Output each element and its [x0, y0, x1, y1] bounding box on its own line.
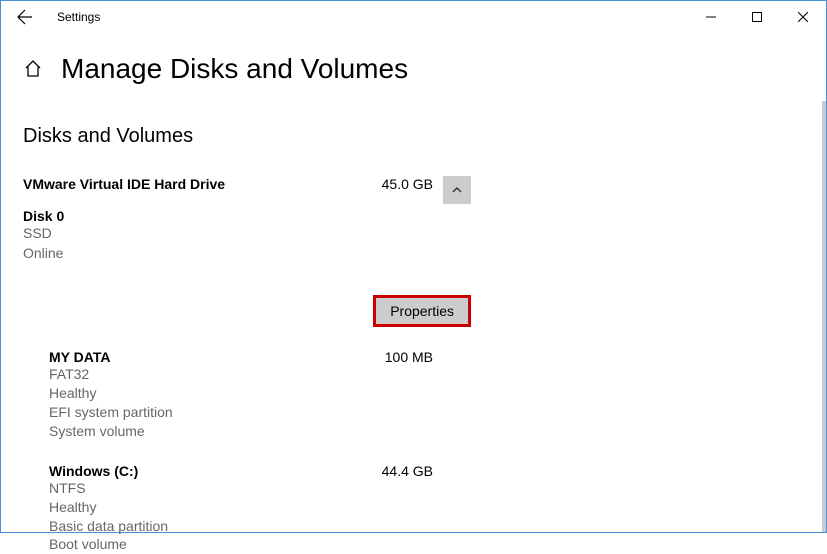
home-icon[interactable]: [23, 59, 43, 79]
chevron-up-icon: [451, 184, 463, 196]
volume-role: Boot volume: [49, 535, 471, 554]
section-title: Disks and Volumes: [23, 125, 804, 148]
volume-health: Healthy: [49, 498, 471, 517]
maximize-icon: [752, 12, 762, 22]
volume-size: 100 MB: [363, 349, 433, 365]
back-button[interactable]: [9, 1, 41, 33]
disk-name: VMware Virtual IDE Hard Drive: [23, 176, 377, 192]
arrow-left-icon: [17, 9, 33, 25]
disk-header: VMware Virtual IDE Hard Drive 45.0 GB: [23, 176, 471, 204]
disk-panel: VMware Virtual IDE Hard Drive 45.0 GB Di…: [23, 176, 471, 554]
page-title: Manage Disks and Volumes: [61, 53, 408, 85]
disk-type: SSD: [23, 224, 471, 244]
disk-size: 45.0 GB: [377, 176, 433, 192]
volume-health: Healthy: [49, 384, 471, 403]
volume-role: System volume: [49, 422, 471, 441]
volume-filesystem: NTFS: [49, 479, 471, 498]
disk-id: Disk 0: [23, 208, 471, 224]
volume-item[interactable]: Windows (C:) 44.4 GB NTFS Healthy Basic …: [23, 463, 471, 554]
minimize-button[interactable]: [688, 1, 734, 33]
close-button[interactable]: [780, 1, 826, 33]
volume-item[interactable]: MY DATA 100 MB FAT32 Healthy EFI system …: [23, 349, 471, 441]
maximize-button[interactable]: [734, 1, 780, 33]
volume-name: MY DATA: [49, 349, 363, 365]
volume-partition-type: EFI system partition: [49, 403, 471, 422]
scrollbar[interactable]: [822, 101, 826, 532]
volume-name: Windows (C:): [49, 463, 363, 479]
disk-info: VMware Virtual IDE Hard Drive: [23, 176, 377, 192]
collapse-button[interactable]: [443, 176, 471, 204]
volume-filesystem: FAT32: [49, 365, 471, 384]
properties-button[interactable]: Properties: [373, 295, 471, 327]
disk-status: Online: [23, 244, 471, 264]
content: Disks and Volumes VMware Virtual IDE Har…: [1, 97, 826, 554]
window-title: Settings: [57, 10, 100, 24]
minimize-icon: [706, 12, 716, 22]
titlebar: Settings: [1, 1, 826, 33]
window-controls: [688, 1, 826, 33]
properties-row: Properties: [23, 295, 471, 327]
page-header: Manage Disks and Volumes: [1, 33, 826, 97]
close-icon: [798, 12, 808, 22]
volume-size: 44.4 GB: [363, 463, 433, 479]
